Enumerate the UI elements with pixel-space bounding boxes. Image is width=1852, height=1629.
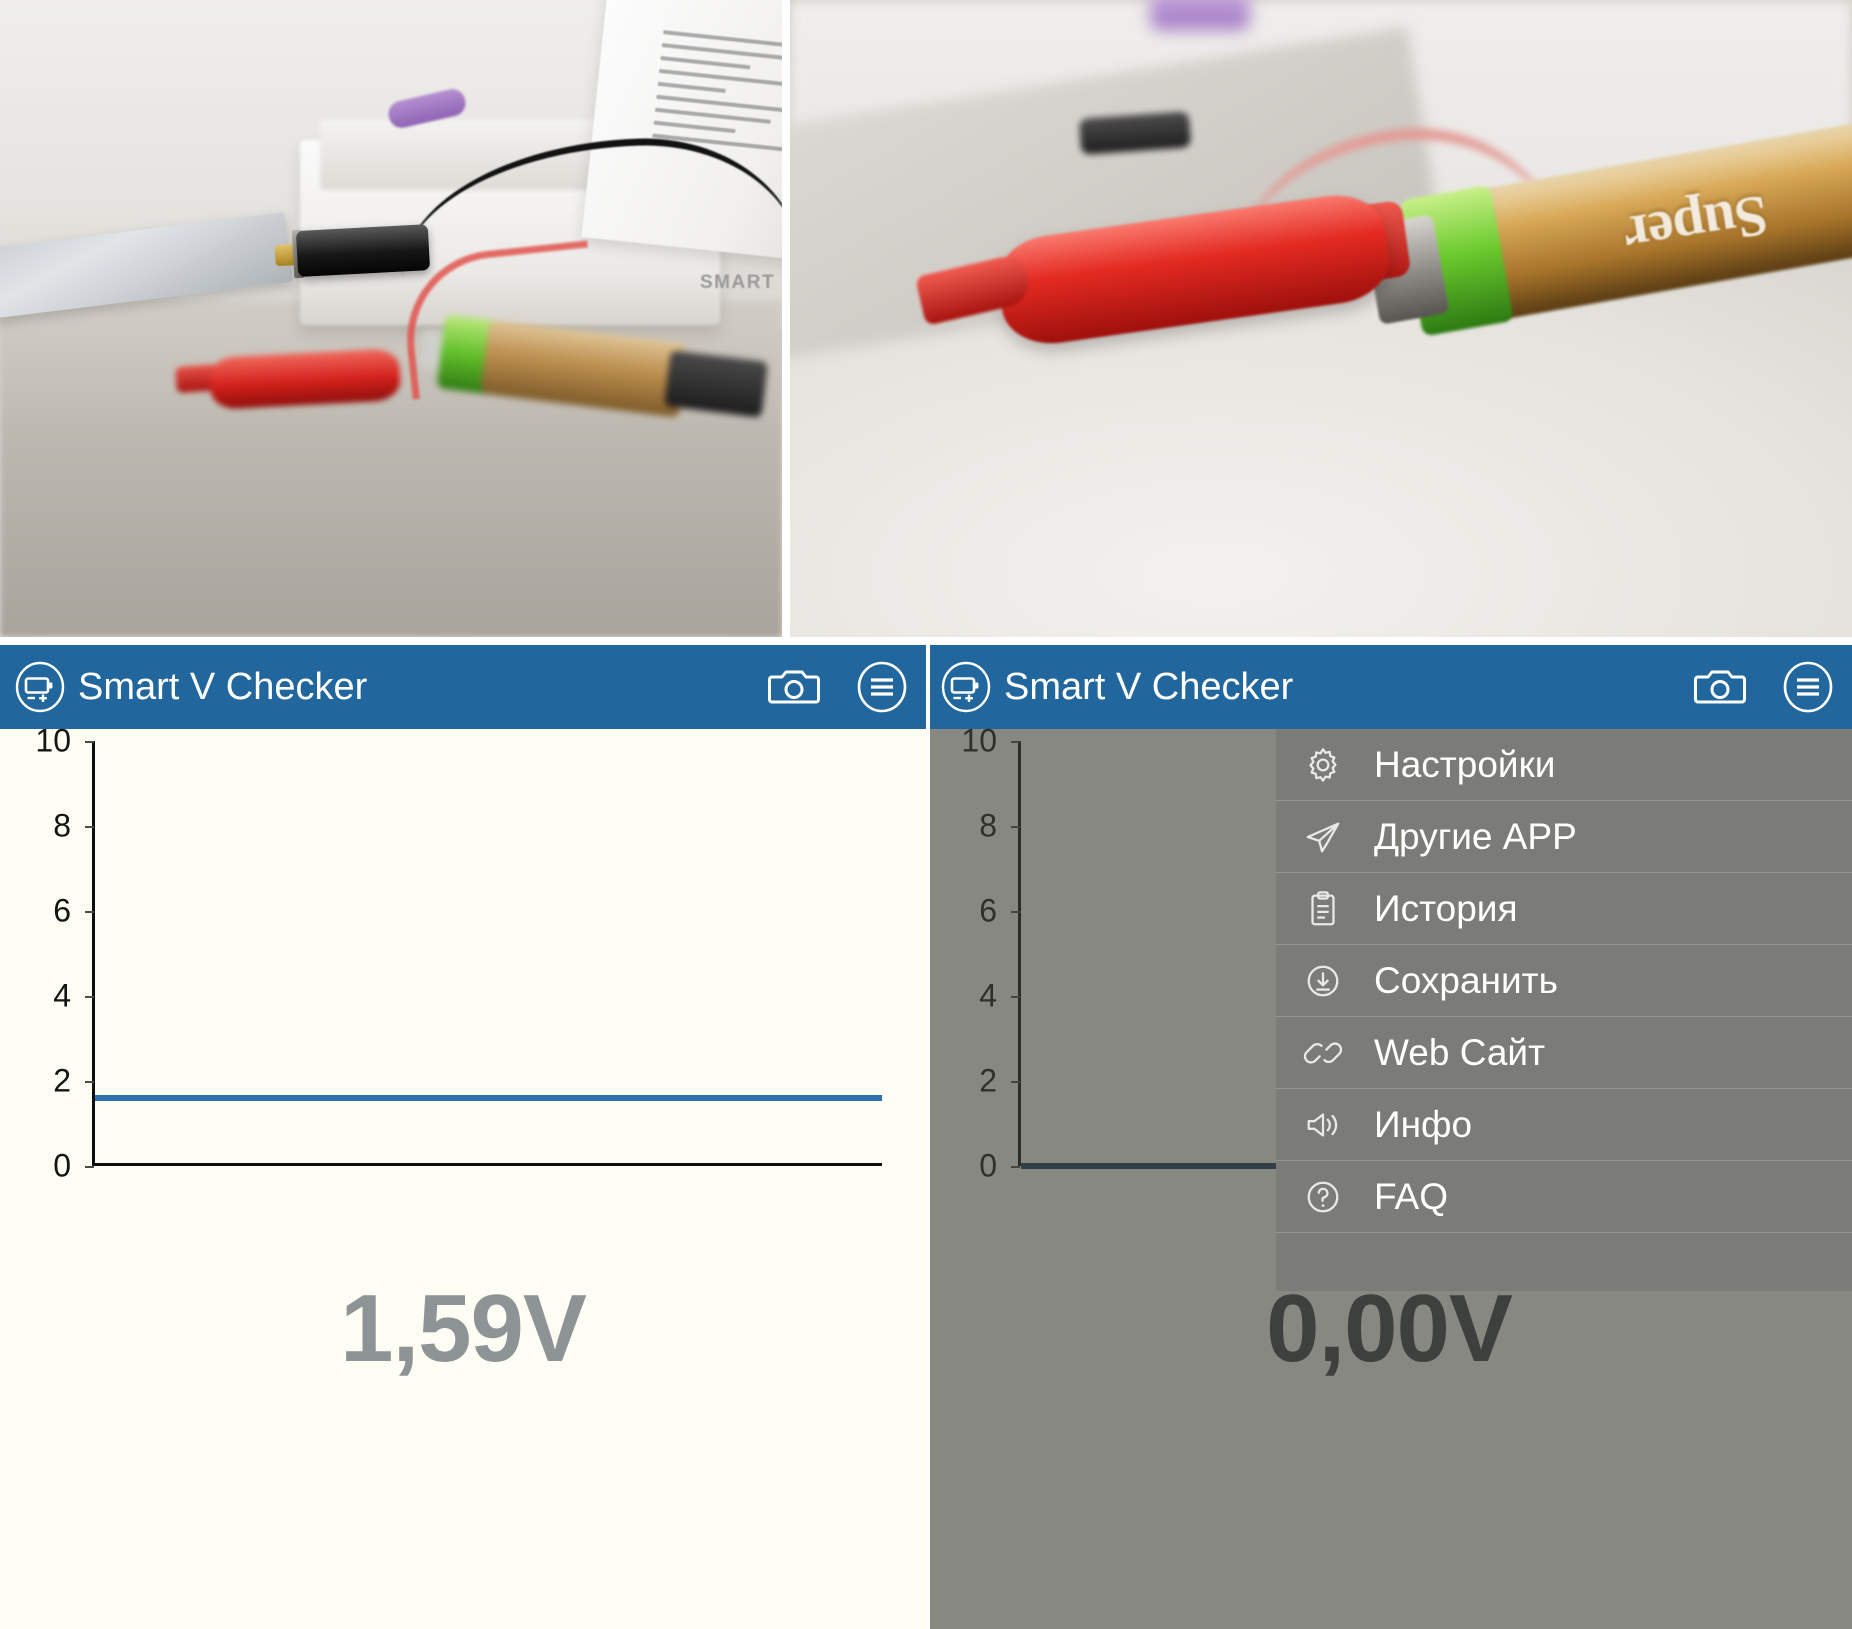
download-circle-icon (1302, 960, 1344, 1002)
app-bar-left: Smart V Checker (0, 645, 926, 729)
x-axis-left (92, 1163, 882, 1166)
y-tick-label-8: 8 (979, 807, 997, 844)
y-tick-label-0: 0 (53, 1147, 71, 1184)
y-tick-0: 0 (53, 1148, 94, 1184)
link-icon (1302, 1032, 1344, 1074)
y-tick-label-10: 10 (961, 722, 997, 759)
menu-item-5[interactable]: Web Сайт (1276, 1017, 1852, 1089)
y-tick-label-2: 2 (53, 1062, 71, 1099)
gear-icon (1302, 744, 1344, 786)
y-tick-label-0: 0 (979, 1147, 997, 1184)
side-drawer-menu: Настройки Другие APP История Сохранить Web С… (1276, 729, 1852, 1291)
menu-item-1[interactable]: Настройки (1276, 729, 1852, 801)
menu-item-label: Web Сайт (1374, 1031, 1546, 1073)
y-tick-8: 8 (979, 808, 1020, 844)
menu-item-label: Настройки (1374, 743, 1556, 785)
panel-vertical-gutter (926, 645, 930, 1629)
voltage-series-line-left (95, 1095, 882, 1102)
voltage-reading-left: 1,59V (340, 1275, 587, 1382)
y-tick-0: 0 (979, 1148, 1020, 1184)
photo-left-brand-text: SMART (700, 272, 776, 293)
photo-right-purple-blur (1150, 0, 1250, 30)
menu-item-label: Сохранить (1374, 959, 1558, 1001)
y-tick-label-4: 4 (979, 977, 997, 1014)
menu-item-3[interactable]: История (1276, 873, 1852, 945)
drawer-tail (1276, 1233, 1852, 1291)
photo-right-black-object (1078, 111, 1192, 155)
photo-left-red-clip (170, 345, 402, 415)
y-tick-2: 2 (53, 1063, 94, 1099)
photo-left-jack-connector (274, 224, 436, 279)
question-circle-icon (1302, 1176, 1344, 1218)
y-tick-10: 10 (35, 723, 94, 759)
y-tick-label-6: 6 (979, 892, 997, 929)
y-tick-4: 4 (979, 978, 1020, 1014)
app-title-left: Smart V Checker (78, 665, 368, 708)
voltage-plot-left: 10 8 6 4 2 0 (35, 723, 882, 1184)
battery-checker-icon (14, 661, 66, 713)
photo-app-gutter (0, 637, 1852, 645)
clipboard-icon (1302, 888, 1344, 930)
paper-plane-icon (1302, 816, 1344, 858)
menu-item-6[interactable]: Инфо (1276, 1089, 1852, 1161)
photo-clip-on-battery: Super (790, 0, 1852, 637)
y-tick-label-2: 2 (979, 1062, 997, 1099)
app-screenshot-right: Smart V Checker 10 8 6 4 2 0 0,00V Настр… (926, 645, 1852, 1629)
app-bar-right: Smart V Checker (926, 645, 1852, 729)
y-tick-8: 8 (53, 808, 94, 844)
battery-checker-icon (940, 661, 992, 713)
menu-item-label: История (1374, 887, 1518, 929)
y-tick-6: 6 (53, 893, 94, 929)
y-tick-4: 4 (53, 978, 94, 1014)
menu-item-label: Инфо (1374, 1103, 1473, 1145)
y-tick-label-8: 8 (53, 807, 71, 844)
menu-item-7[interactable]: FAQ (1276, 1161, 1852, 1233)
photo-probe-connector: SMART (0, 0, 782, 637)
photo-vertical-gutter (782, 0, 790, 637)
y-tick-label-4: 4 (53, 977, 71, 1014)
y-tick-6: 6 (979, 893, 1020, 929)
photo-row: SMART Super (0, 0, 1852, 637)
menu-item-2[interactable]: Другие APP (1276, 801, 1852, 873)
app-screenshot-left: Smart V Checker 10 8 6 4 2 0 1,59V (0, 645, 926, 1629)
menu-item-label: FAQ (1374, 1175, 1449, 1217)
hamburger-circle-icon[interactable] (856, 661, 908, 713)
menu-item-4[interactable]: Сохранить (1276, 945, 1852, 1017)
camera-icon[interactable] (1694, 661, 1746, 713)
menu-item-label: Другие APP (1374, 815, 1577, 857)
chart-panel-left: 10 8 6 4 2 0 1,59V (0, 723, 926, 1629)
y-tick-label-6: 6 (53, 892, 71, 929)
y-axis-right (1018, 741, 1021, 1166)
hamburger-circle-icon[interactable] (1782, 661, 1834, 713)
y-tick-10: 10 (961, 723, 1020, 759)
y-axis-left (92, 741, 95, 1166)
camera-icon[interactable] (768, 661, 820, 713)
y-tick-label-10: 10 (35, 722, 71, 759)
app-title-right: Smart V Checker (1004, 665, 1294, 708)
screenshot-root: SMART Super Smart V Checker 10 8 6 4 2 0… (0, 0, 1852, 1629)
speaker-icon (1302, 1104, 1344, 1146)
y-tick-2: 2 (979, 1063, 1020, 1099)
